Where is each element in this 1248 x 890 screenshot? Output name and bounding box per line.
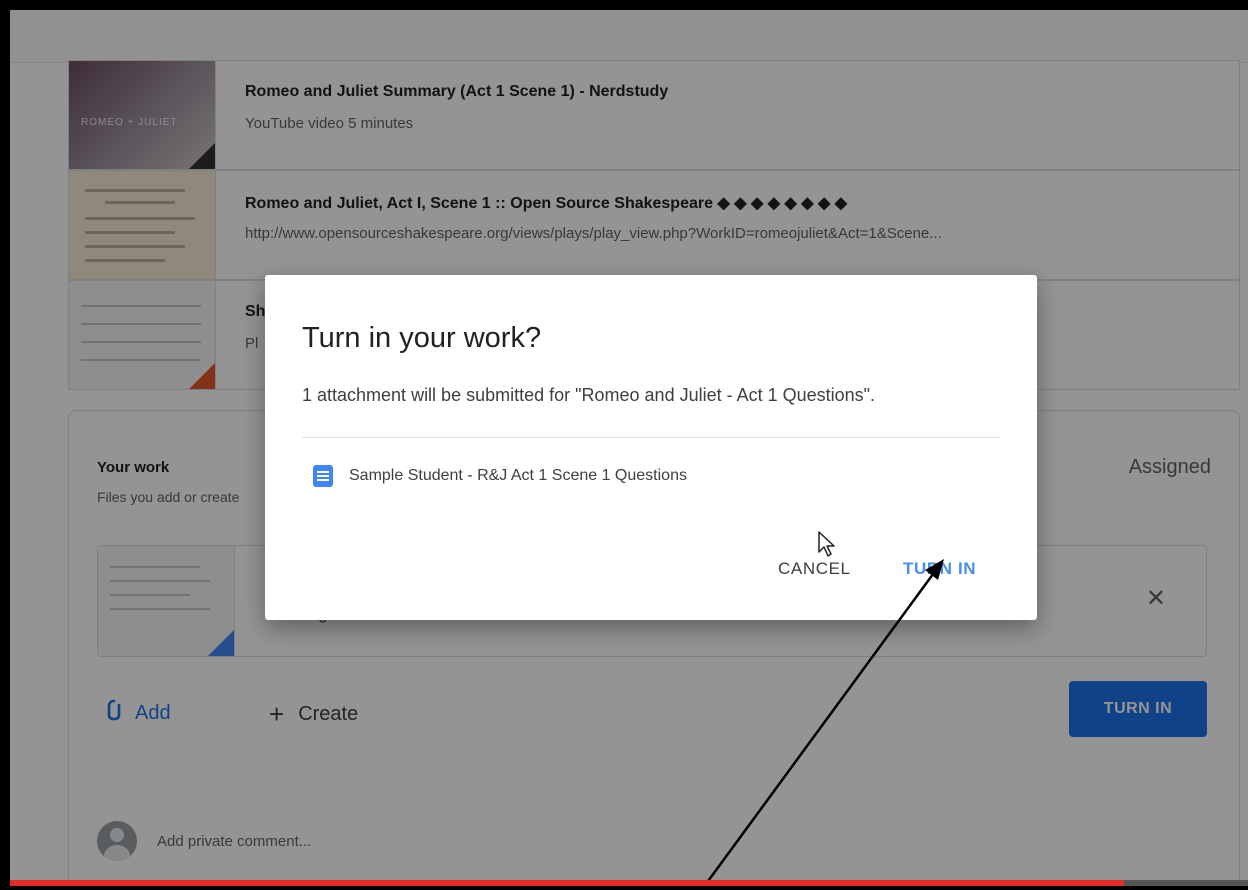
annotation-arrow-icon <box>701 559 944 889</box>
video-progress-fill <box>10 880 1125 886</box>
video-progress-bar[interactable] <box>10 880 1248 886</box>
